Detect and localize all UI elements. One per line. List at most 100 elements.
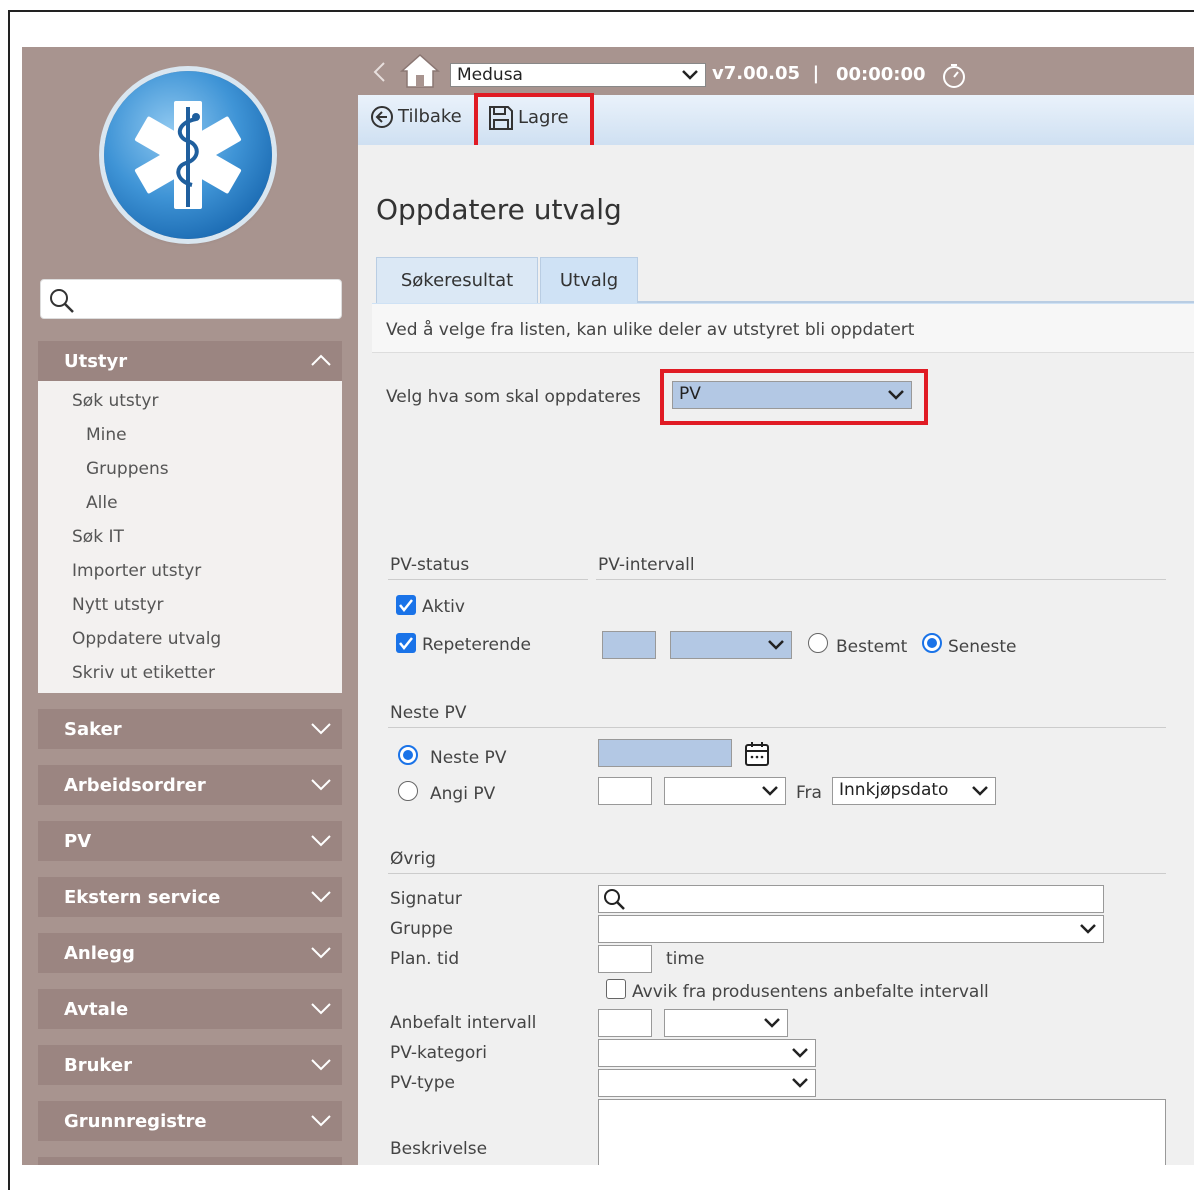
chevron-down-icon [682,70,698,80]
tab-sokeresultat[interactable]: Søkeresultat [376,257,538,303]
save-highlight-box [474,93,594,149]
pv-type-label: PV-type [390,1073,455,1093]
home-icon[interactable] [400,53,440,89]
neste-pv-label: Neste PV [430,748,507,768]
update-select-label: Velg hva som skal oppdateres [386,387,641,407]
chevron-left-icon[interactable] [372,61,386,83]
pv-intervall-heading: PV-intervall [598,555,695,575]
sidebar-search-input[interactable] [40,279,342,319]
calendar-icon[interactable] [744,741,770,767]
interval-unit-select[interactable] [670,631,792,659]
search-icon [604,889,625,910]
sidebar-section-bruker[interactable]: Bruker [38,1045,342,1085]
sidebar-item-gruppens[interactable]: Gruppens [86,459,169,479]
plan-tid-input[interactable] [598,945,652,973]
fra-select-value: Innkjøpsdato [839,780,949,800]
sidebar-section-label: Bruker [64,1055,132,1076]
chevron-down-icon [792,1078,808,1088]
chevron-down-icon [311,1003,331,1015]
sidebar-section-label: Arbeidsordrer [64,775,206,796]
sidebar-section-label: Grunnregistre [64,1111,207,1132]
sidebar-section-pv[interactable]: PV [38,821,342,861]
stopwatch-icon [943,64,965,88]
tab-utvalg[interactable]: Utvalg [540,257,638,303]
fra-select[interactable]: Innkjøpsdato [832,777,996,805]
pv-type-select[interactable] [598,1069,816,1097]
gruppe-select[interactable] [598,915,1104,943]
sidebar-section-arbeidsordrer[interactable]: Arbeidsordrer [38,765,342,805]
ovrig-heading: Øvrig [390,849,436,869]
gruppe-label: Gruppe [390,919,453,939]
plan-tid-label: Plan. tid [390,949,460,969]
interval-number-input[interactable] [602,631,656,659]
signatur-label: Signatur [390,889,462,909]
chevron-down-icon [972,786,988,796]
top-bar: Medusa v7.00.05 | 00:00:00 [358,47,1194,95]
sidebar-section-partial [38,1157,342,1165]
fra-label: Fra [796,783,822,803]
search-icon [50,289,74,313]
angi-pv-number-input[interactable] [598,777,652,805]
sidebar-item-sok-it[interactable]: Søk IT [72,527,124,547]
pv-status-heading: PV-status [390,555,470,575]
pv-kategori-select[interactable] [598,1039,816,1067]
neste-pv-date-input[interactable] [598,739,732,767]
repeterende-label: Repeterende [422,635,531,655]
app-window: Utstyr Søk utstyr Mine Gruppens Alle Søk… [22,47,1194,1165]
chevron-down-icon [311,891,331,903]
app-select-value: Medusa [457,65,523,85]
arrow-left-circle-icon [371,106,393,128]
chevron-down-icon [311,835,331,847]
sidebar-section-anlegg[interactable]: Anlegg [38,933,342,973]
main-content: Oppdatere utvalg Søkeresultat Utvalg Ved… [358,145,1194,1165]
sidebar-item-sok-utstyr[interactable]: Søk utstyr [72,391,158,411]
chevron-down-icon [311,723,331,735]
page-title: Oppdatere utvalg [376,193,622,226]
avvik-checkbox[interactable] [606,979,626,999]
app-select[interactable]: Medusa [450,63,706,87]
sidebar-item-mine[interactable]: Mine [86,425,127,445]
sidebar-section-utstyr[interactable]: Utstyr [38,341,342,381]
sidebar-item-oppdatere-utvalg[interactable]: Oppdatere utvalg [72,629,221,649]
session-timer: 00:00:00 [836,64,926,85]
sidebar-section-saker[interactable]: Saker [38,709,342,749]
anbefalt-intervall-label: Anbefalt intervall [390,1013,537,1033]
sidebar-item-skriv-ut-etiketter[interactable]: Skriv ut etiketter [72,663,215,683]
bestemt-label: Bestemt [836,637,908,657]
sidebar-section-ekstern-service[interactable]: Ekstern service [38,877,342,917]
section-divider [596,579,1166,580]
bestemt-radio[interactable] [808,633,828,653]
angi-pv-label: Angi PV [430,784,496,804]
sidebar-item-importer-utstyr[interactable]: Importer utstyr [72,561,201,581]
aktiv-checkbox[interactable] [396,595,416,615]
anbefalt-intervall-unit-select[interactable] [664,1009,788,1037]
back-button[interactable]: Tilbake [370,105,462,129]
signatur-search-input[interactable] [598,885,1104,913]
neste-pv-radio[interactable] [398,745,418,765]
sidebar-item-alle[interactable]: Alle [86,493,118,513]
check-icon [399,637,413,651]
angi-pv-unit-select[interactable] [664,777,786,805]
chevron-down-icon [1080,924,1096,934]
anbefalt-intervall-input[interactable] [598,1009,652,1037]
section-divider [388,579,588,580]
info-text: Ved å velge fra listen, kan ulike deler … [372,303,1194,353]
seneste-radio[interactable] [922,633,942,653]
aktiv-label: Aktiv [422,597,465,617]
medusa-logo [104,71,272,239]
repeterende-checkbox[interactable] [396,633,416,653]
avvik-label: Avvik fra produsentens anbefalte interva… [632,982,989,1002]
angi-pv-radio[interactable] [398,781,418,801]
section-divider [388,873,1166,874]
sidebar-section-avtale[interactable]: Avtale [38,989,342,1029]
sidebar-section-label: Ekstern service [64,887,221,908]
sidebar-section-grunnregistre[interactable]: Grunnregistre [38,1101,342,1141]
neste-pv-heading: Neste PV [390,703,467,723]
sidebar-section-label: Utstyr [64,351,128,372]
beskrivelse-textarea[interactable] [598,1099,1166,1165]
sidebar-section-label: Saker [64,719,122,740]
utstyr-submenu: Søk utstyr Mine Gruppens Alle Søk IT Imp… [38,381,342,693]
chevron-down-icon [762,786,778,796]
seneste-label: Seneste [948,637,1017,657]
sidebar-item-nytt-utstyr[interactable]: Nytt utstyr [72,595,164,615]
